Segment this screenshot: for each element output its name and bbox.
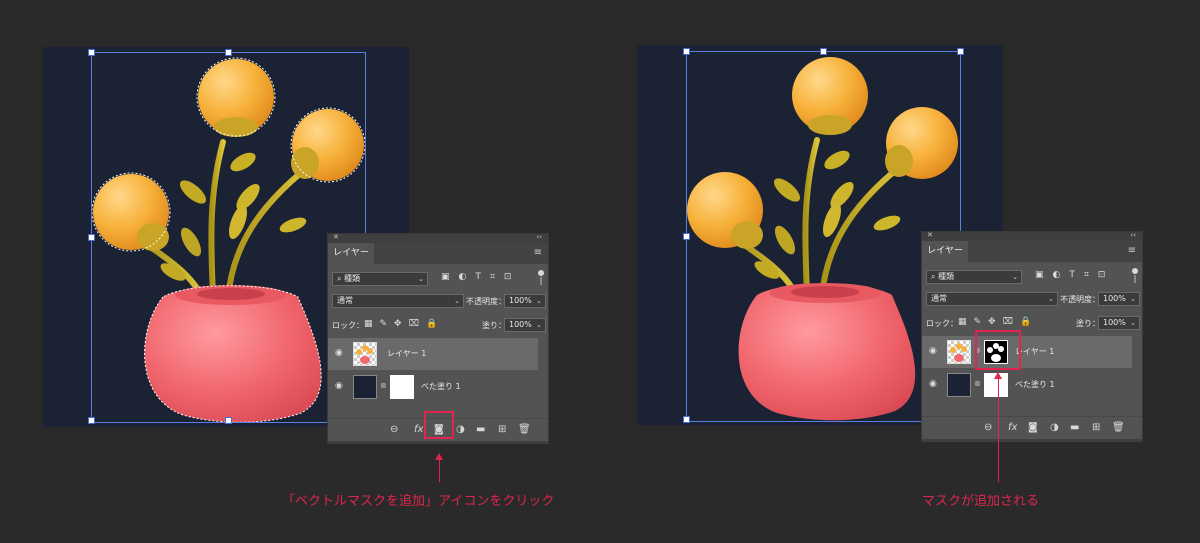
filter-toggle[interactable]	[1132, 268, 1138, 284]
chevron-down-icon: ⌄	[1130, 295, 1136, 303]
layer-name: べた塗り 1	[421, 382, 461, 391]
panel-menu-icon[interactable]: ≡	[534, 247, 542, 258]
trash-icon[interactable]: 🗑	[518, 424, 531, 435]
collapse-icon[interactable]: ‹‹	[1130, 231, 1136, 239]
close-icon[interactable]: ✕	[927, 231, 933, 239]
chevron-down-icon: ⌄	[536, 321, 542, 329]
layers-panel-right: ✕ ‹‹ レイヤー ≡ ⌕ 種類 ⌄ ▣◐T⌗⊡ 通常 ⌄ 不透明度： 100%…	[921, 231, 1143, 442]
eye-icon[interactable]: ◉	[335, 348, 343, 358]
fill-field[interactable]: 100% ⌄	[504, 318, 546, 332]
lock-icons[interactable]: ▦✎✥⌧🔒	[958, 317, 1038, 327]
layer-row-layer1[interactable]: ◉ レイヤー 1	[328, 338, 538, 370]
link-icon[interactable]: ⊖	[984, 422, 992, 433]
opacity-label: 不透明度：	[466, 297, 506, 306]
layer-row-fill1[interactable]: ◉ ⊗ べた塗り 1	[328, 371, 538, 403]
blend-mode-select[interactable]: 通常 ⌄	[332, 294, 464, 308]
chevron-down-icon: ⌄	[1130, 319, 1136, 327]
trash-icon[interactable]: 🗑	[1112, 422, 1125, 433]
pointer-line	[439, 459, 440, 482]
fill-label: 塗り：	[1076, 319, 1100, 328]
close-icon[interactable]: ✕	[333, 233, 339, 241]
layer-thumbnail[interactable]	[947, 340, 971, 364]
link-icon[interactable]: ⊖	[390, 424, 398, 435]
new-layer-icon[interactable]: ⊞	[1092, 422, 1100, 433]
blend-mode-select[interactable]: 通常 ⌄	[926, 292, 1058, 306]
link-icon: ⊗	[974, 379, 981, 388]
add-vector-mask-icon[interactable]: ◙	[1028, 422, 1038, 433]
mask-button-highlight	[424, 411, 454, 439]
new-layer-icon[interactable]: ⊞	[498, 424, 506, 435]
folder-icon[interactable]: ▬	[476, 424, 485, 435]
opacity-field[interactable]: 100% ⌄	[504, 294, 546, 308]
layer-row-fill1[interactable]: ◉ ⊗ べた塗り 1	[922, 369, 1132, 401]
fill-mask-thumbnail[interactable]	[390, 375, 414, 399]
chevron-down-icon: ⌄	[1048, 295, 1054, 303]
adjustment-layer-icon[interactable]: ◑	[456, 424, 465, 435]
lock-icons[interactable]: ▦✎✥⌧🔒	[364, 319, 444, 329]
fill-label: 塗り：	[482, 321, 506, 330]
search-icon: ⌕	[337, 274, 345, 283]
lock-label: ロック：	[332, 321, 364, 330]
fx-icon[interactable]: fx	[414, 424, 423, 435]
fill-field[interactable]: 100% ⌄	[1098, 316, 1140, 330]
opacity-field[interactable]: 100% ⌄	[1098, 292, 1140, 306]
panel-menu-icon[interactable]: ≡	[1128, 245, 1136, 256]
eye-icon[interactable]: ◉	[335, 381, 343, 391]
layers-footer: ⊖ fx ◙ ◑ ▬ ⊞ 🗑	[922, 416, 1142, 442]
layer-row-layer1[interactable]: ◉ ⊗ レイヤー 1	[922, 336, 1132, 368]
filter-kind-select[interactable]: ⌕ 種類 ⌄	[926, 270, 1022, 284]
caption-right: マスクが追加される	[922, 494, 1040, 509]
filter-icons[interactable]: ▣◐T⌗⊡	[1035, 270, 1114, 280]
fx-icon[interactable]: fx	[1008, 422, 1017, 433]
eye-icon[interactable]: ◉	[929, 346, 937, 356]
folder-icon[interactable]: ▬	[1070, 422, 1079, 433]
fill-thumbnail[interactable]	[947, 373, 971, 397]
pointer-line	[998, 378, 999, 482]
collapse-icon[interactable]: ‹‹	[536, 233, 542, 241]
link-icon: ⊗	[380, 381, 387, 390]
chevron-down-icon: ⌄	[1012, 273, 1018, 281]
filter-icons[interactable]: ▣◐T⌗⊡	[441, 272, 520, 282]
filter-kind-select[interactable]: ⌕ 種類 ⌄	[332, 272, 428, 286]
fill-thumbnail[interactable]	[353, 375, 377, 399]
caption-left: 「ベクトルマスクを追加」アイコンをクリック	[282, 494, 555, 509]
eye-icon[interactable]: ◉	[929, 379, 937, 389]
adjustment-layer-icon[interactable]: ◑	[1050, 422, 1059, 433]
tab-layers[interactable]: レイヤー	[922, 241, 968, 262]
chevron-down-icon: ⌄	[454, 297, 460, 305]
tab-layers[interactable]: レイヤー	[328, 243, 374, 264]
mask-thumbnail-highlight	[975, 330, 1021, 370]
chevron-down-icon: ⌄	[536, 297, 542, 305]
lock-label: ロック：	[926, 319, 958, 328]
layer-thumbnail[interactable]	[353, 342, 377, 366]
layer-name: レイヤー 1	[387, 349, 427, 358]
layer-name: べた塗り 1	[1015, 380, 1055, 389]
chevron-down-icon: ⌄	[418, 275, 424, 283]
search-icon: ⌕	[931, 272, 939, 281]
filter-toggle[interactable]	[538, 270, 544, 286]
opacity-label: 不透明度：	[1060, 295, 1100, 304]
